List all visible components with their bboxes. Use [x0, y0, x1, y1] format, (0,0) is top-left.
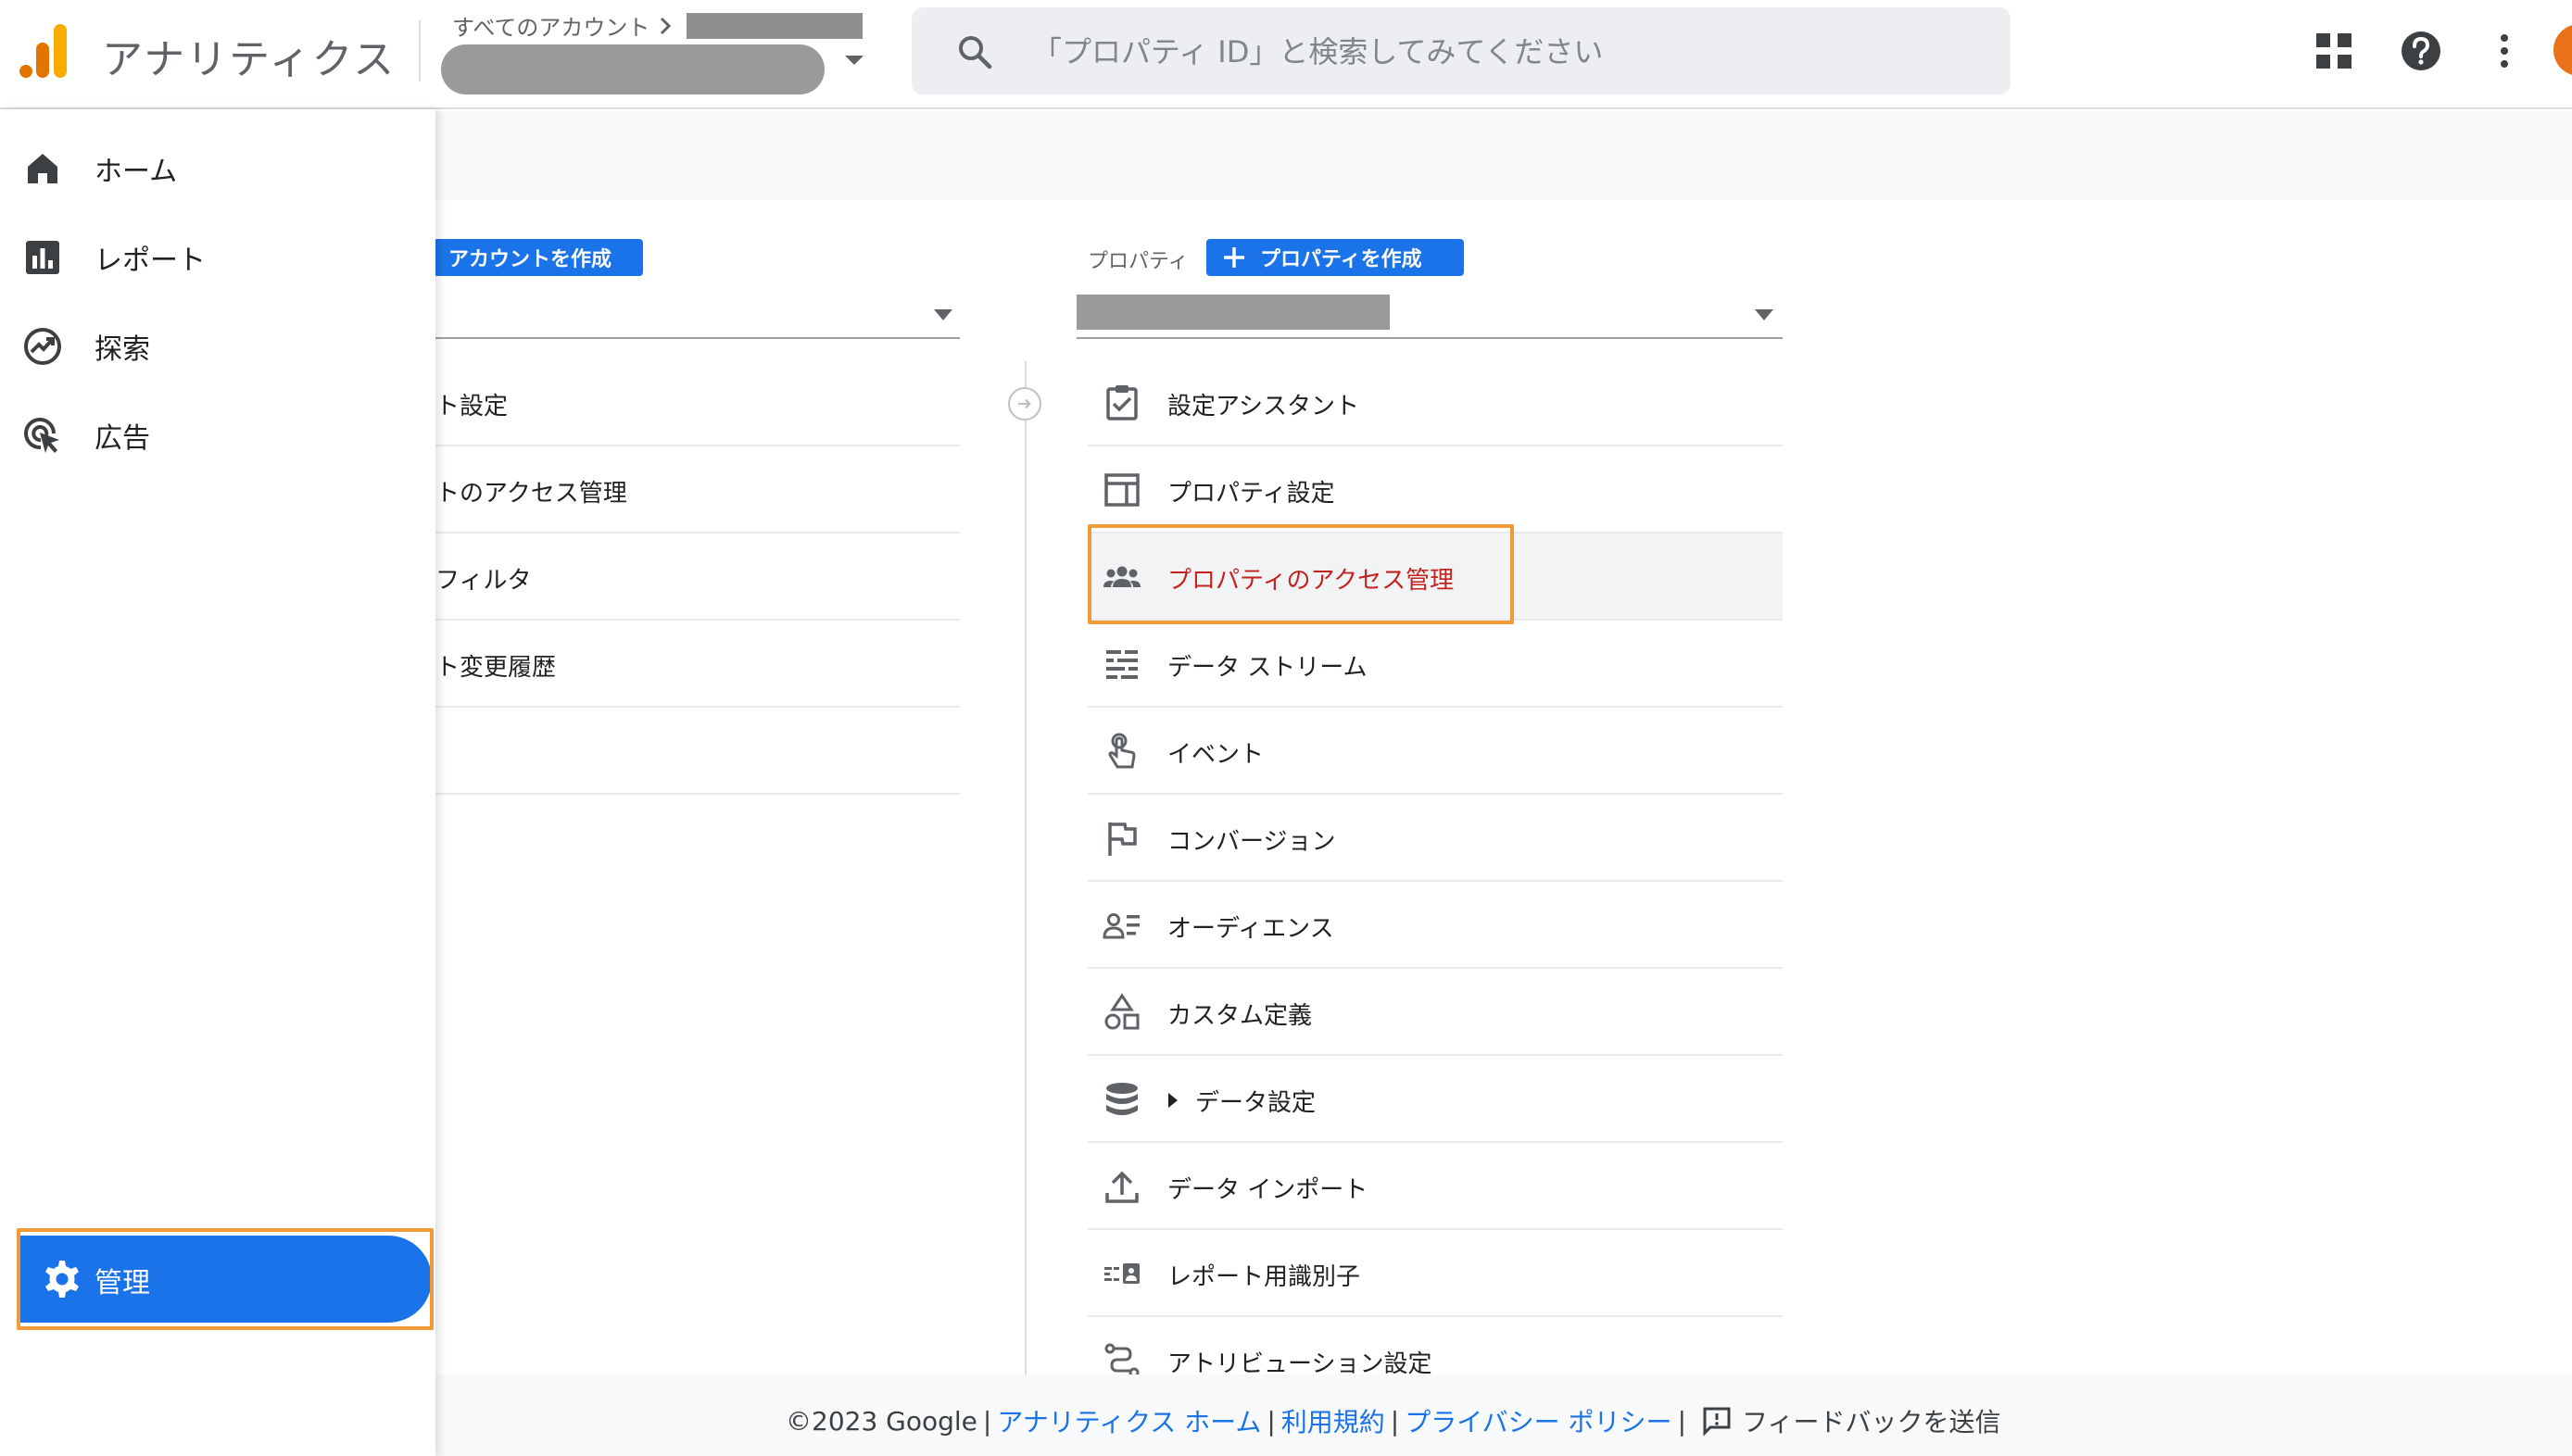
create-property-button[interactable]: プロパティを作成 [1206, 239, 1464, 276]
footer-separator: | [1677, 1405, 1686, 1437]
audience-icon [1103, 913, 1140, 939]
list-item-label: データ インポート [1167, 1176, 1368, 1204]
privacy-policy-link[interactable]: プライバシー ポリシー [1405, 1402, 1671, 1439]
highlight-outline [1088, 524, 1514, 624]
list-item-label: フィルタ [435, 567, 532, 595]
terms-link[interactable]: 利用規約 [1281, 1402, 1385, 1439]
analytics-home-link[interactable]: アナリティクス ホーム [997, 1402, 1261, 1439]
create-account-label: アカウントを作成 [448, 248, 612, 271]
redacted-property-name[interactable] [1077, 295, 1390, 330]
list-item-label: レポート用識別子 [1167, 1263, 1361, 1291]
account-select-underline [435, 337, 960, 339]
account-filter-row[interactable]: フィルタ [435, 533, 960, 621]
events-row[interactable]: イベント [1088, 708, 1783, 795]
expand-arrow-icon[interactable] [1166, 1091, 1180, 1110]
apps-grid-icon[interactable] [2313, 30, 2355, 72]
reporting-identity-row[interactable]: レポート用識別子 [1088, 1230, 1783, 1317]
chevron-down-icon[interactable] [845, 56, 864, 65]
account-dropdown-chevron-icon[interactable] [934, 309, 952, 320]
nav-label: レポート [95, 245, 206, 277]
nav-label: 探索 [95, 333, 150, 366]
property-dropdown-chevron-icon[interactable] [1755, 309, 1773, 320]
account-access-row[interactable]: トのアクセス管理 [435, 446, 960, 533]
breadcrumb-all-accounts[interactable]: すべてのアカウント [452, 9, 649, 42]
shapes-icon [1104, 993, 1140, 1030]
footer-separator: | [1267, 1405, 1276, 1437]
redacted-account-name [687, 12, 864, 39]
account-empty-row [435, 708, 960, 795]
search-icon [959, 36, 992, 69]
bar-chart-icon [26, 241, 59, 274]
create-account-button[interactable]: アカウントを作成 [434, 239, 643, 276]
footer-separator: | [1390, 1405, 1400, 1437]
flag-icon [1108, 822, 1137, 856]
list-item-label: オーディエンス [1167, 915, 1334, 943]
property-select-underline [1077, 337, 1783, 339]
footer: ©2023 Google | アナリティクス ホーム | 利用規約 | プライバ… [786, 1402, 2000, 1439]
column-separator [1025, 361, 1027, 1374]
conversions-row[interactable]: コンバージョン [1088, 795, 1783, 882]
list-item-label: ト変更履歴 [435, 654, 557, 682]
list-item-label: データ設定 [1195, 1089, 1317, 1117]
arrow-circle-icon [1008, 387, 1041, 420]
search-input[interactable] [1032, 26, 1959, 78]
data-streams-row[interactable]: データ ストリーム [1088, 621, 1783, 708]
footer-separator: | [982, 1405, 992, 1437]
feedback-icon[interactable] [1701, 1405, 1733, 1437]
copyright-text: ©2023 Google [786, 1405, 977, 1437]
home-icon [28, 154, 57, 183]
app-title: アナリティクス [102, 36, 397, 83]
identifier-icon [1104, 1263, 1140, 1284]
list-item-label: イベント [1167, 741, 1265, 769]
layout-icon [1104, 473, 1140, 507]
upload-icon [1105, 1171, 1139, 1203]
account-property-selector[interactable] [441, 44, 825, 94]
chevron-right-icon [661, 17, 672, 34]
list-item-label: 設定アシスタント [1167, 393, 1359, 420]
admin-highlight-outline [17, 1228, 434, 1330]
admin-header-band [435, 111, 2572, 200]
ads-cursor-icon [24, 418, 59, 453]
list-item-label: カスタム定義 [1167, 1002, 1313, 1030]
clipboard-check-icon [1106, 385, 1138, 420]
help-icon[interactable] [2400, 30, 2442, 72]
analytics-logo[interactable] [19, 24, 70, 80]
data-import-row[interactable]: データ インポート [1088, 1143, 1783, 1230]
audiences-row[interactable]: オーディエンス [1088, 882, 1783, 969]
touch-icon [1108, 733, 1136, 769]
database-icon [1106, 1083, 1138, 1115]
account-change-history-row[interactable]: ト変更履歴 [435, 621, 960, 708]
nav-item-home[interactable]: ホーム [0, 135, 435, 202]
nav-item-explore[interactable]: 探索 [0, 313, 435, 380]
create-property-label: プロパティを作成 [1260, 248, 1422, 271]
avatar[interactable] [2553, 24, 2572, 76]
data-settings-row[interactable]: データ設定 [1088, 1056, 1783, 1143]
breadcrumb[interactable]: すべてのアカウント [452, 9, 864, 42]
header-divider [419, 20, 421, 82]
explore-icon [24, 328, 61, 365]
list-item-label: ト設定 [435, 393, 509, 420]
more-vert-icon[interactable] [2483, 30, 2526, 72]
nav-label: ホーム [95, 156, 178, 188]
nav-label: 広告 [95, 422, 150, 455]
data-stream-icon [1106, 650, 1138, 679]
plus-icon [1224, 247, 1244, 268]
setup-assistant-row[interactable]: 設定アシスタント [1088, 359, 1783, 446]
custom-definitions-row[interactable]: カスタム定義 [1088, 969, 1783, 1056]
property-column-label: プロパティ [1088, 250, 1189, 273]
list-item-label: トのアクセス管理 [435, 480, 627, 508]
nav-item-reports[interactable]: レポート [0, 224, 435, 291]
list-item-label: データ ストリーム [1167, 654, 1368, 682]
list-item-label: プロパティ設定 [1167, 480, 1335, 508]
list-item-label: コンバージョン [1167, 828, 1336, 856]
feedback-link[interactable]: フィードバックを送信 [1742, 1402, 2000, 1439]
search-bar[interactable] [912, 7, 2011, 94]
property-settings-row[interactable]: プロパティ設定 [1088, 446, 1783, 533]
nav-item-advertising[interactable]: 広告 [0, 402, 435, 469]
top-bar: アナリティクス すべてのアカウント [0, 0, 2572, 109]
account-settings-row[interactable]: ト設定 [435, 359, 960, 446]
